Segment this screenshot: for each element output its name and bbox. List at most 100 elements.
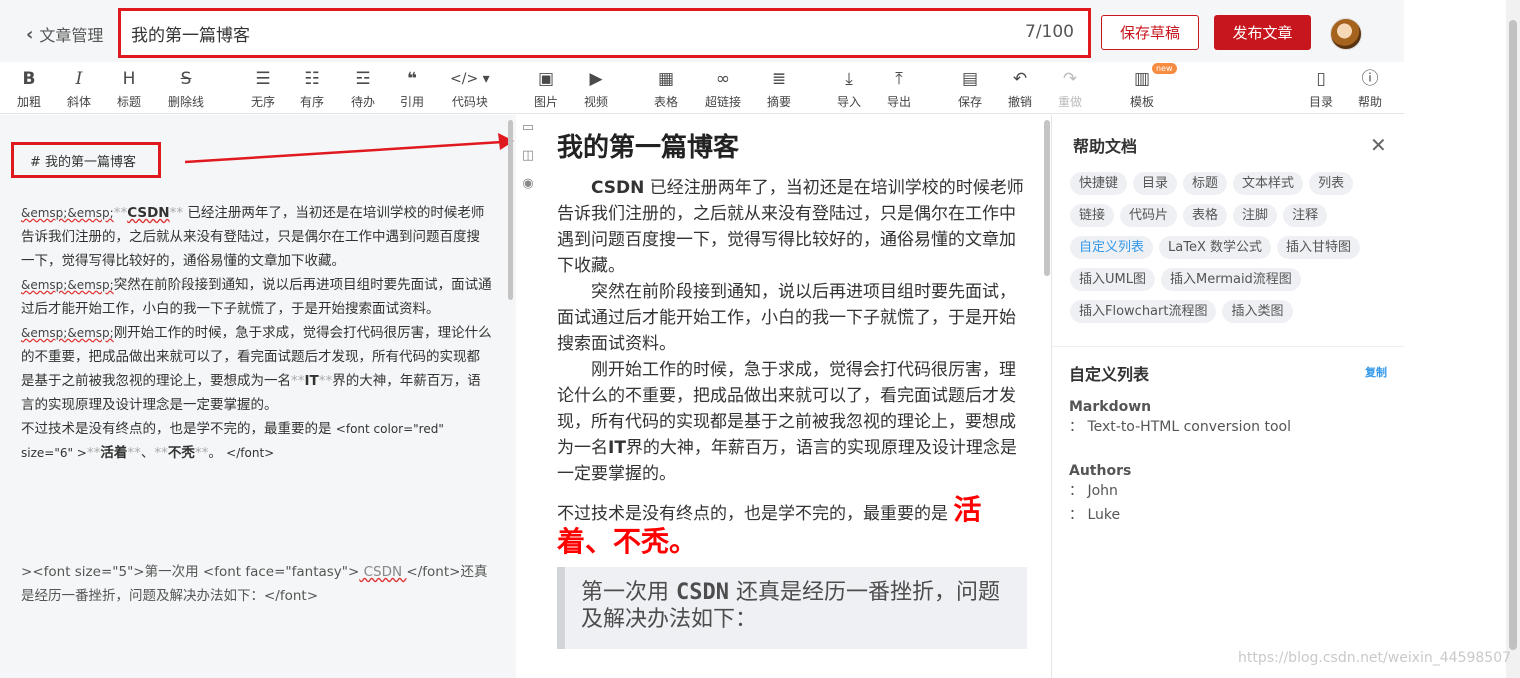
top-header: ‹ 文章管理 7/100 保存草稿 发布文章 <box>0 0 1404 62</box>
help-tool[interactable]: ⓘ 帮助 <box>1358 66 1382 110</box>
help-chip[interactable]: 插入类图 <box>1222 300 1293 323</box>
back-label: 文章管理 <box>39 26 104 45</box>
help-chip[interactable]: LaTeX 数学公式 <box>1159 236 1271 259</box>
redo-tool[interactable]: ↷ 重做 <box>1058 66 1082 110</box>
copy-button[interactable]: 复制 <box>1365 364 1387 380</box>
bold-icon: B <box>22 69 36 89</box>
dl-definition: ： John <box>1069 483 1118 499</box>
unordered-list-tool[interactable]: ☰ 无序 <box>251 66 275 110</box>
image-tool[interactable]: ▣ 图片 <box>534 66 558 110</box>
save-icon: ▤ <box>961 69 979 89</box>
help-chip[interactable]: 插入UML图 <box>1070 268 1155 291</box>
preview-eye-icon[interactable]: ◉ <box>520 176 536 192</box>
preview-scrollbar[interactable] <box>1044 120 1050 276</box>
italic-tool[interactable]: I 斜体 <box>67 66 91 110</box>
md-font-close-2: </font> <box>264 588 319 604</box>
page-scrollbar-thumb[interactable] <box>1509 20 1517 650</box>
quote-label: 引用 <box>400 95 425 109</box>
preview-bold-csdn: CSDN <box>591 178 645 198</box>
help-chip[interactable]: 代码片 <box>1120 204 1178 227</box>
md-heading-line: # 我的第一篇博客 <box>30 154 137 170</box>
help-chip[interactable]: 列表 <box>1309 172 1354 195</box>
markdown-editor[interactable]: # 我的第一篇博客 &emsp;&emsp;**CSDN** 已经注册两年了，当… <box>0 115 516 678</box>
todo-label: 待办 <box>351 95 376 109</box>
help-chip[interactable]: 自定义列表 <box>1070 236 1154 259</box>
help-chip[interactable]: 插入Flowchart流程图 <box>1070 300 1217 323</box>
md-bold-marker: ** <box>86 445 101 461</box>
summary-label: 摘要 <box>767 95 792 109</box>
undo-label: 撤销 <box>1008 95 1033 109</box>
single-column-icon[interactable]: ▭ <box>520 120 536 136</box>
new-badge: new <box>1151 63 1177 74</box>
close-icon[interactable]: ✕ <box>1370 133 1387 157</box>
split-view-icon[interactable]: ◫ <box>520 148 536 164</box>
article-title-input[interactable] <box>131 17 991 49</box>
md-entity: &emsp;&emsp; <box>21 278 114 292</box>
table-icon: ▦ <box>657 69 675 89</box>
video-tool[interactable]: ▶ 视频 <box>584 66 608 110</box>
strikethrough-icon: S <box>180 69 192 89</box>
help-chip[interactable]: 文本样式 <box>1233 172 1304 195</box>
code-block-tool[interactable]: </> ▾ 代码块 <box>450 66 490 110</box>
quote-icon: ❝ <box>407 69 417 89</box>
md-bold-marker: ** <box>194 445 209 461</box>
link-tool[interactable]: ∞ 超链接 <box>705 66 741 110</box>
title-char-count: 7/100 <box>1025 22 1074 42</box>
md-font-close-1: </font> <box>406 564 461 580</box>
help-chip[interactable]: 目录 <box>1133 172 1178 195</box>
preview-body: CSDN 已经注册两年了，当初还是在培训学校的时候老师告诉我们注册的，之后就从来… <box>557 175 1027 559</box>
table-tool[interactable]: ▦ 表格 <box>654 66 678 110</box>
import-tool[interactable]: ⤓ 导入 <box>837 66 861 110</box>
md-bold-marker: ** <box>127 445 141 461</box>
heading-tool[interactable]: H 标题 <box>117 66 141 110</box>
import-icon: ⤓ <box>845 69 853 89</box>
md-heading-highlight: # 我的第一篇博客 <box>11 142 161 178</box>
help-chip[interactable]: 注释 <box>1283 204 1328 227</box>
help-chip[interactable]: 标题 <box>1183 172 1228 195</box>
help-chip[interactable]: 表格 <box>1183 204 1228 227</box>
dl-definition: ： Text-to-HTML conversion tool <box>1069 419 1291 435</box>
editor-toolbar: B 加粗 I 斜体 H 标题 S 删除线 ☰ 无序 ☷ 有序 ☲ 待办 ❝ 引用 </> ▾ 代码… <box>0 62 1404 114</box>
publish-article-button[interactable]: 发布文章 <box>1214 15 1311 50</box>
export-label: 导出 <box>887 95 912 109</box>
toc-label: 目录 <box>1309 95 1334 109</box>
save-label: 保存 <box>958 95 983 109</box>
md-bold-it: IT <box>304 373 319 389</box>
bold-tool[interactable]: B 加粗 <box>17 66 41 110</box>
help-chip[interactable]: 插入甘特图 <box>1277 236 1361 259</box>
template-icon: ▥ new <box>1134 63 1177 92</box>
md-bold-text: CSDN <box>127 205 170 221</box>
help-chip[interactable]: 注脚 <box>1233 204 1278 227</box>
summary-tool[interactable]: ≣ 摘要 <box>767 66 791 110</box>
help-chip[interactable]: 链接 <box>1070 204 1115 227</box>
save-draft-button[interactable]: 保存草稿 <box>1101 15 1199 50</box>
back-to-article-management[interactable]: ‹ 文章管理 <box>26 22 103 46</box>
undo-tool[interactable]: ↶ 撤销 <box>1008 66 1032 110</box>
todo-tool[interactable]: ☲ 待办 <box>351 66 375 110</box>
preview-blockquote: 第一次用 CSDN 还真是经历一番挫折，问题及解决办法如下： <box>557 567 1027 649</box>
help-label: 帮助 <box>1358 95 1383 109</box>
image-icon: ▣ <box>537 69 555 89</box>
strikethrough-label: 删除线 <box>168 95 205 109</box>
template-label: 模板 <box>1130 95 1155 109</box>
toc-tool[interactable]: ▯ 目录 <box>1309 66 1333 110</box>
help-chip[interactable]: 快捷键 <box>1070 172 1128 195</box>
preview-p4: 不过技术是没有终点的，也是学不完的，最重要的是 <box>557 504 954 524</box>
dl-term: Authors <box>1069 463 1132 479</box>
help-chip[interactable]: 插入Mermaid流程图 <box>1160 268 1301 291</box>
video-label: 视频 <box>584 95 609 109</box>
editor-scrollbar[interactable] <box>508 120 513 300</box>
strikethrough-tool[interactable]: S 删除线 <box>168 66 204 110</box>
italic-icon: I <box>75 69 83 89</box>
ordered-list-tool[interactable]: ☷ 有序 <box>300 66 324 110</box>
save-tool[interactable]: ▤ 保存 <box>958 66 982 110</box>
quote-tool[interactable]: ❝ 引用 <box>400 66 424 110</box>
template-tool[interactable]: ▥ new 模板 <box>1130 63 1177 110</box>
md-entity: &emsp;&emsp; <box>21 326 114 340</box>
export-tool[interactable]: ⤒ 导出 <box>887 66 911 110</box>
md-quote-csdn: CSDN <box>359 564 407 580</box>
avatar[interactable] <box>1330 18 1362 50</box>
ordered-label: 有序 <box>300 95 325 109</box>
view-switcher: ▭ ◫ ◉ <box>520 120 538 204</box>
title-field-highlight: 7/100 <box>118 8 1091 58</box>
